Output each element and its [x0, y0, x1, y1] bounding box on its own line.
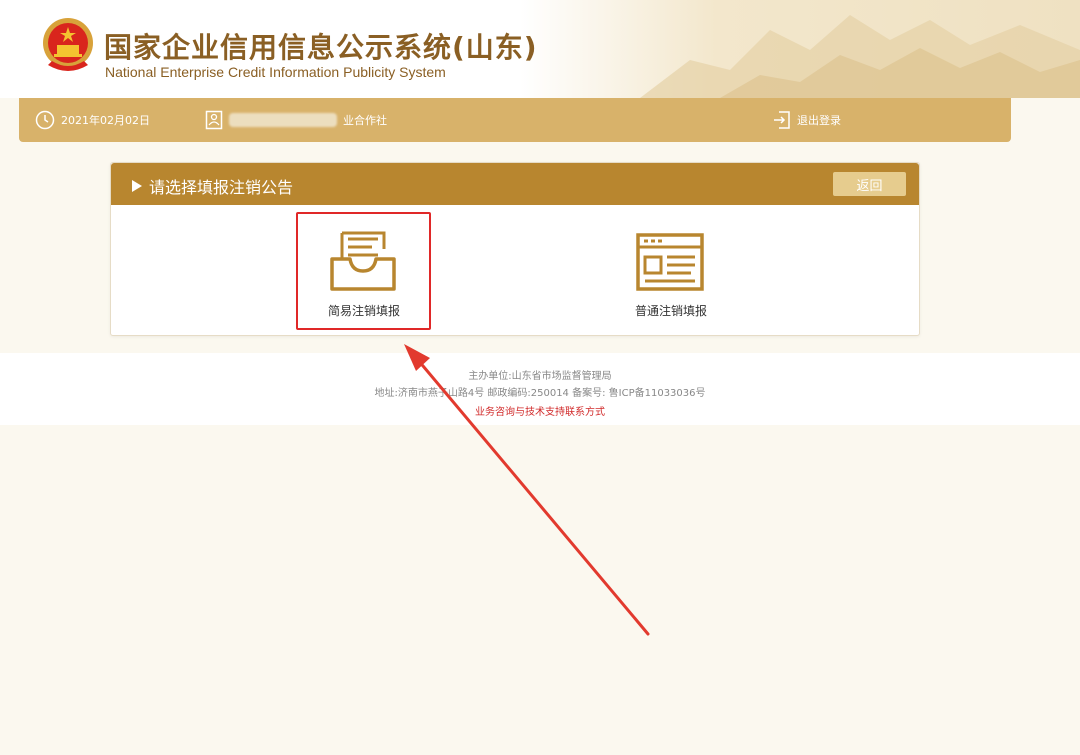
- site-footer: 主办单位:山东省市场监督管理局 地址:济南市燕子山路4号 邮政编码:250014…: [0, 353, 1080, 425]
- triangle-right-icon: [132, 180, 142, 192]
- id-card-icon: [205, 110, 223, 130]
- simple-cancellation-option[interactable]: 简易注销填报: [296, 213, 432, 331]
- company-display: 业合作社: [205, 98, 387, 142]
- logout-link[interactable]: 退出登录: [773, 98, 841, 142]
- current-date: 2021年02月02日: [61, 114, 150, 127]
- document-tray-icon: [330, 231, 396, 291]
- cancellation-type-panel: 请选择填报注销公告 返回 简易注销填报 普通注销填报: [110, 162, 920, 336]
- site-header: 国家企业信用信息公示系统(山东) National Enterprise Cre…: [0, 0, 1080, 98]
- redacted-company-name: [229, 113, 337, 127]
- user-info-bar: 2021年02月02日 业合作社 退出登录: [19, 98, 1011, 142]
- panel-title: 请选择填报注销公告: [131, 174, 293, 198]
- site-title: 国家企业信用信息公示系统(山东): [104, 31, 538, 64]
- panel-header: 请选择填报注销公告 返回: [111, 163, 919, 205]
- footer-contact-link[interactable]: 业务咨询与技术支持联系方式: [0, 403, 1080, 418]
- company-name-suffix: 业合作社: [343, 114, 387, 127]
- back-button[interactable]: 返回: [833, 172, 906, 196]
- simple-cancellation-label: 简易注销填报: [327, 304, 400, 318]
- logout-label: 退出登录: [797, 114, 841, 127]
- normal-cancellation-option[interactable]: 普通注销填报: [603, 213, 739, 331]
- clock-icon: [35, 110, 55, 130]
- date-display: 2021年02月02日: [35, 98, 150, 142]
- logout-icon: [774, 111, 790, 129]
- form-window-icon: [636, 233, 704, 291]
- mountain-decoration: [520, 0, 1080, 98]
- normal-cancellation-label: 普通注销填报: [634, 304, 707, 318]
- panel-title-text: 请选择填报注销公告: [149, 178, 294, 197]
- national-emblem-icon: [43, 18, 93, 71]
- site-subtitle: National Enterprise Credit Information P…: [105, 64, 446, 80]
- page: 国家企业信用信息公示系统(山东) National Enterprise Cre…: [0, 0, 1080, 755]
- footer-sponsor: 主办单位:山东省市场监督管理局: [468, 371, 612, 382]
- footer-address: 地址:济南市燕子山路4号 邮政编码:250014 备案号: 鲁ICP备11033…: [374, 388, 706, 399]
